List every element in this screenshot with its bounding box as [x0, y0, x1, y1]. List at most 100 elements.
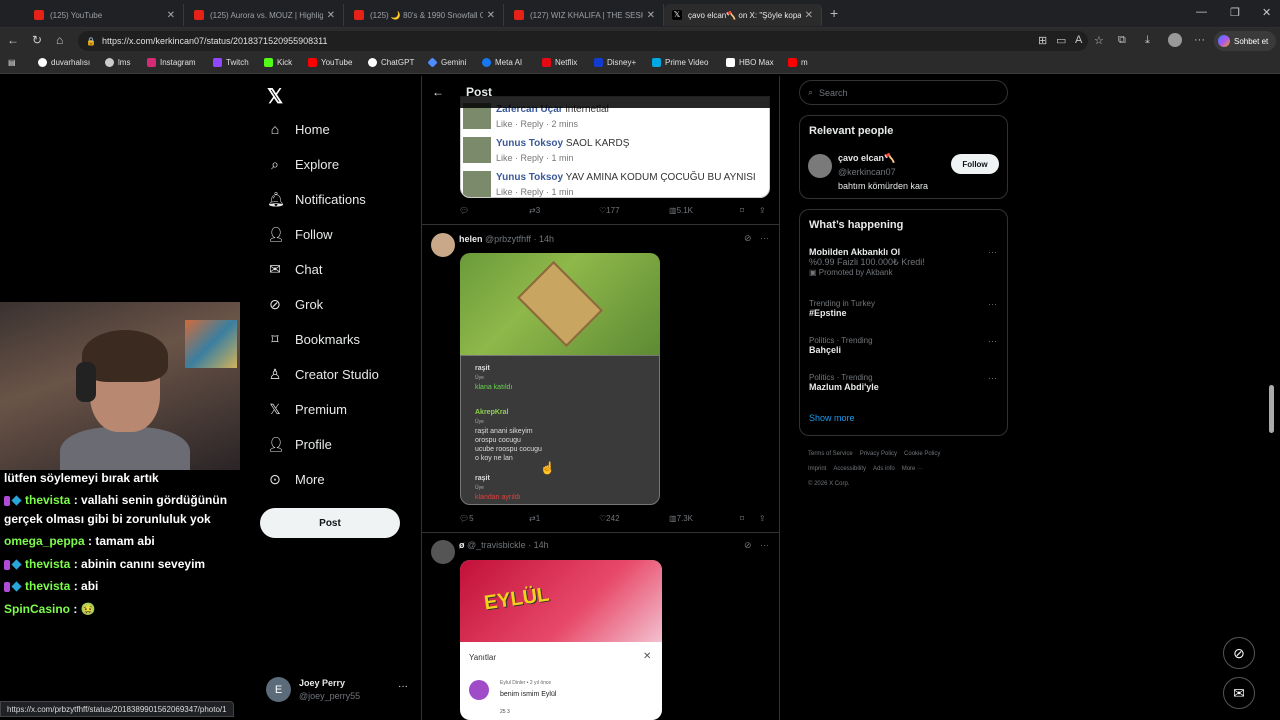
bookmark-item[interactable]: Disney+	[594, 58, 636, 67]
bookmark-item[interactable]: Twitch	[213, 58, 249, 67]
footer-link[interactable]: Accessibility	[833, 466, 866, 472]
nav-home[interactable]: ⌂ Home	[267, 121, 330, 137]
menu-dots-icon[interactable]: ···	[1194, 34, 1205, 46]
x-logo-icon[interactable]: 𝕏	[267, 84, 283, 109]
views-button[interactable]: ▥ 5.1K	[669, 206, 693, 215]
maximize-icon[interactable]: ❐	[1230, 6, 1240, 19]
grok-fab-icon[interactable]: ⊘	[1223, 637, 1255, 669]
footer-link[interactable]: Ads info	[873, 466, 895, 472]
follow-button[interactable]: Follow	[951, 154, 999, 174]
grok-icon[interactable]: ⊘	[744, 233, 752, 244]
scrollbar[interactable]	[1269, 385, 1274, 433]
nav-explore[interactable]: ⌕ Explore	[267, 156, 339, 173]
author-handle[interactable]: @prbzytfhff · 14h	[485, 234, 554, 244]
browser-tab-active[interactable]: 𝕏çavo elcan🪓 on X: "Şöyle kopartaı ✕	[664, 4, 822, 26]
nav-bookmarks[interactable]: ⌑ Bookmarks	[267, 331, 360, 348]
bookmark-item[interactable]: Instagram	[147, 58, 196, 67]
reply-button[interactable]: 💬︎ 5	[459, 514, 474, 523]
copilot-chat-button[interactable]: Sohbet et	[1214, 31, 1276, 51]
repost-button[interactable]: ⇄ 1	[529, 514, 540, 523]
close-tab-icon[interactable]: ✕	[647, 10, 655, 21]
grok-icon[interactable]: ⊘	[744, 540, 752, 551]
nav-grok[interactable]: ⊘ Grok	[267, 296, 323, 313]
close-tab-icon[interactable]: ✕	[487, 10, 495, 21]
footer-link[interactable]: Cookie Policy	[904, 451, 940, 457]
post-button[interactable]: Post	[260, 508, 400, 538]
search-input[interactable]: ⌕ Search	[799, 80, 1008, 105]
bookmark-item[interactable]: m	[788, 58, 808, 67]
read-aloud-icon[interactable]: A	[1075, 34, 1082, 46]
reading-list-icon[interactable]: ▤	[8, 58, 16, 67]
share-icon[interactable]: ⇪	[759, 514, 766, 523]
browser-tab[interactable]: (125) 🌙 80's & 1990 Snowfall Oz... ✕	[346, 4, 504, 26]
back-arrow-icon[interactable]: ←	[432, 85, 444, 99]
nav-more[interactable]: ⊙ More	[267, 471, 325, 488]
back-icon[interactable]: ←	[7, 33, 19, 47]
tweet-image[interactable]: Zafercan Uçar internetlal Like · Reply · …	[460, 96, 770, 198]
messages-fab-icon[interactable]: ✉	[1223, 677, 1255, 709]
like-button[interactable]: ♡ 242	[599, 514, 620, 523]
footer-link[interactable]: Imprint	[808, 466, 826, 472]
trend-item[interactable]: Politics · Trending Bahçeli ···	[809, 336, 999, 355]
browser-tab[interactable]: (125) Aurora vs. MOUZ | Highlights ✕	[186, 4, 344, 26]
favorite-star-icon[interactable]: ☆	[1094, 34, 1104, 47]
nav-follow[interactable]: 👤︎ Follow	[267, 226, 333, 243]
browser-tab[interactable]: (127) WIZ KHALIFA | THE SESH EP... ✕	[506, 4, 664, 26]
nav-chat[interactable]: ✉ Chat	[267, 261, 322, 278]
more-dots-icon[interactable]: ···	[760, 540, 769, 550]
nav-profile[interactable]: 👤︎ Profile	[267, 436, 332, 453]
apps-icon[interactable]: ⊞	[1038, 34, 1047, 47]
profile-avatar-icon[interactable]	[1168, 33, 1182, 47]
person-name[interactable]: çavo elcan🪓	[838, 153, 895, 164]
bookmark-icon[interactable]: ⌑	[740, 514, 744, 523]
home-icon[interactable]: ⌂	[56, 33, 63, 47]
new-tab-button[interactable]: +	[830, 5, 838, 21]
views-button[interactable]: ▥ 7.3K	[669, 514, 693, 523]
minimize-icon[interactable]: —	[1196, 6, 1207, 18]
tweet-image-clan-chat[interactable]: raşit Üye klana katıldı AkrepKral Üye raşit …	[460, 355, 660, 505]
footer-link[interactable]: More ···	[902, 466, 923, 472]
nav-premium[interactable]: 𝕏 Premium	[267, 401, 347, 418]
bookmark-item[interactable]: Gemini	[427, 57, 466, 68]
account-switcher[interactable]: E Joey Perry @joey_perry55 ···	[266, 677, 412, 707]
more-dots-icon[interactable]: ···	[988, 299, 997, 309]
tweet-image-reel[interactable]: EYLÜL Yanıtlar ✕ Eylul Dinler • 2 yıl ön…	[460, 560, 662, 720]
more-dots-icon[interactable]: ···	[988, 247, 997, 257]
bookmark-item[interactable]: Meta AI	[482, 58, 522, 67]
close-tab-icon[interactable]: ✕	[167, 10, 175, 21]
tweet-image-game[interactable]	[460, 253, 660, 355]
trend-item[interactable]: Trending in Turkey #Epstine ···	[809, 299, 999, 318]
bookmark-item[interactable]: Kick	[264, 58, 292, 67]
url-bar[interactable]: 🔒 https://x.com/kerkincan07/status/201837…	[78, 31, 1088, 51]
bookmark-item[interactable]: HBO Max	[726, 58, 774, 67]
bookmark-item[interactable]: Prime Video	[652, 58, 708, 67]
author-handle[interactable]: @_travisbickle · 14h	[467, 540, 549, 550]
bookmark-icon[interactable]: ⌑	[740, 206, 744, 215]
trend-item-promoted[interactable]: Mobilden Akbanklı Ol %0.99 Faizli 100.00…	[809, 247, 999, 277]
footer-link[interactable]: Privacy Policy	[860, 451, 897, 457]
bookmark-item[interactable]: YouTube	[308, 58, 352, 67]
bookmark-item[interactable]: ChatGPT	[368, 58, 414, 67]
close-tab-icon[interactable]: ✕	[805, 10, 813, 21]
close-tab-icon[interactable]: ✕	[327, 10, 335, 21]
more-dots-icon[interactable]: ···	[760, 233, 769, 243]
more-dots-icon[interactable]: ···	[988, 373, 997, 383]
author-name[interactable]: helen	[459, 234, 483, 244]
avatar[interactable]	[431, 540, 455, 564]
extensions-icon[interactable]: ⧉	[1118, 34, 1126, 47]
close-window-icon[interactable]: ✕	[1262, 6, 1271, 19]
refresh-icon[interactable]: ↻	[32, 33, 42, 47]
download-icon[interactable]: ⤓	[1145, 34, 1150, 47]
bookmark-item[interactable]: Netflix	[542, 58, 577, 67]
split-view-icon[interactable]: ▭	[1056, 34, 1066, 47]
bookmark-item[interactable]: duvarhalısı	[38, 58, 90, 67]
avatar[interactable]	[808, 154, 832, 178]
more-dots-icon[interactable]: ···	[398, 681, 408, 692]
show-more-link[interactable]: Show more	[809, 413, 855, 423]
reply-icon[interactable]: 💬︎	[459, 206, 469, 215]
nav-creator-studio[interactable]: ♙ Creator Studio	[267, 366, 379, 383]
like-button[interactable]: ♡ 177	[599, 206, 620, 215]
repost-button[interactable]: ⇄ 3	[529, 206, 540, 215]
browser-tab[interactable]: (125) YouTube ✕	[26, 4, 184, 26]
author-name[interactable]: ø	[459, 540, 465, 550]
